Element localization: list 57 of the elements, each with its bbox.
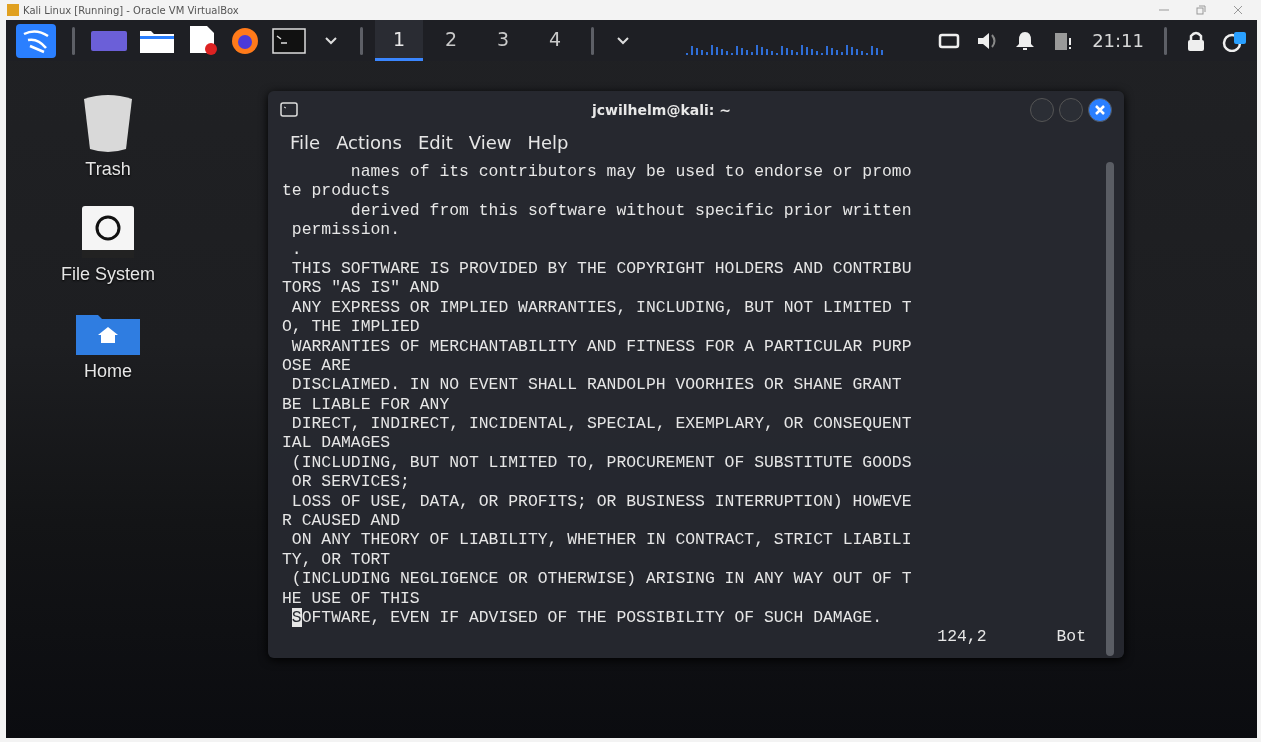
terminal-line: OR SERVICES; bbox=[290, 472, 411, 492]
terminal-line: derived from this software without specific prior written bbox=[349, 200, 913, 221]
terminal-title: jcwilhelm@kali: ~ bbox=[590, 101, 732, 118]
terminal-line: IAL DAMAGES bbox=[282, 433, 392, 453]
workspace-tab[interactable]: 1 bbox=[375, 20, 423, 61]
clock[interactable]: 21:11 bbox=[1084, 30, 1152, 51]
terminal-line: te products bbox=[282, 181, 392, 201]
terminal-line: WARRANTIES OF MERCHANTABILITY AND FITNESS FOR A PARTICULAR PURP bbox=[290, 336, 913, 356]
scrollbar[interactable] bbox=[1106, 162, 1114, 656]
terminal-line: ANY EXPRESS OR IMPLIED WARRANTIES, INCLUDING, BUT NOT LIMITED T bbox=[290, 297, 913, 318]
desktop-icon-label: File System bbox=[61, 264, 155, 285]
terminal-line: ON ANY THEORY OF LIABILITY, WHETHER IN CONTRACT, STRICT LIABILI bbox=[290, 530, 913, 550]
menu-item[interactable]: View bbox=[462, 131, 518, 153]
terminal-line: DISCLAIMED. IN NO EVENT SHALL RANDOLPH VOORHIES OR SHANE GRANT bbox=[290, 375, 903, 395]
menu-item[interactable]: Edit bbox=[411, 131, 459, 153]
terminal-line: BE LIABLE FOR ANY bbox=[282, 394, 451, 415]
bell-icon bbox=[1015, 30, 1036, 51]
scroll-position: Bot bbox=[1056, 627, 1086, 647]
desktop-icon-label: Home bbox=[84, 361, 132, 382]
terminal-line: R CAUSED AND bbox=[282, 511, 402, 531]
terminal-line: names of its contributors may be used to endorse or promo bbox=[349, 162, 913, 182]
menu-item[interactable]: Actions bbox=[330, 131, 408, 153]
terminal-line: SOFTWARE, EVEN IF ADVISED OF THE POSSIBILITY OF SUCH DAMAGE. bbox=[290, 608, 883, 628]
desktop-icon-label: Trash bbox=[85, 159, 131, 180]
terminal-icon bbox=[280, 102, 298, 117]
workspace-tab[interactable]: 4 bbox=[531, 20, 579, 61]
chevron-down-icon bbox=[616, 36, 630, 45]
chevron-down-icon bbox=[324, 36, 338, 45]
virtualbox-logo-icon bbox=[6, 3, 20, 17]
cursor-position: 124,2 bbox=[937, 627, 987, 647]
terminal-line: DIRECT, INDIRECT, INCIDENTAL, SPECIAL, EXEMPLARY, OR CONSEQUENT bbox=[290, 414, 913, 434]
restore-icon bbox=[1196, 5, 1206, 15]
terminal-line: OSE ARE bbox=[282, 355, 352, 376]
terminal-line: O, THE IMPLIED bbox=[282, 317, 421, 337]
document-icon bbox=[187, 25, 218, 56]
close-button[interactable] bbox=[1088, 97, 1112, 122]
update-alert-icon bbox=[1222, 29, 1246, 52]
terminal-line: permission. bbox=[290, 220, 402, 240]
terminal-line: HE USE OF THIS bbox=[282, 588, 421, 608]
terminal-line: TORS "AS IS" AND bbox=[282, 278, 441, 298]
browser-icon bbox=[230, 25, 260, 56]
terminal-line: THIS SOFTWARE IS PROVIDED BY THE COPYRIGHT HOLDERS AND CONTRIBU bbox=[290, 258, 913, 279]
close-icon bbox=[1094, 103, 1106, 116]
lock-icon bbox=[1186, 29, 1206, 52]
terminal-line: . bbox=[290, 239, 303, 259]
close-icon bbox=[1233, 5, 1243, 15]
menu-item[interactable]: Help bbox=[521, 131, 575, 153]
terminal-icon bbox=[272, 27, 306, 54]
workspace-tab[interactable]: 2 bbox=[427, 20, 475, 61]
terminal-line: LOSS OF USE, DATA, OR PROFITS; OR BUSINESS INTERRUPTION) HOWEVE bbox=[290, 491, 913, 512]
network-icon bbox=[938, 31, 961, 50]
terminal-line: TY, OR TORT bbox=[282, 549, 392, 570]
terminal-line: (INCLUDING NEGLIGENCE OR OTHERWISE) ARISING IN ANY WAY OUT OF T bbox=[290, 569, 913, 589]
menu-item[interactable]: File bbox=[284, 131, 327, 153]
terminal-line: (INCLUDING, BUT NOT LIMITED TO, PROCUREMENT OF SUBSTITUTE GOODS bbox=[290, 452, 913, 473]
workspace-tab[interactable]: 3 bbox=[479, 20, 527, 61]
window-title: Kali Linux [Running] - Oracle VM VirtualBox bbox=[23, 4, 240, 16]
